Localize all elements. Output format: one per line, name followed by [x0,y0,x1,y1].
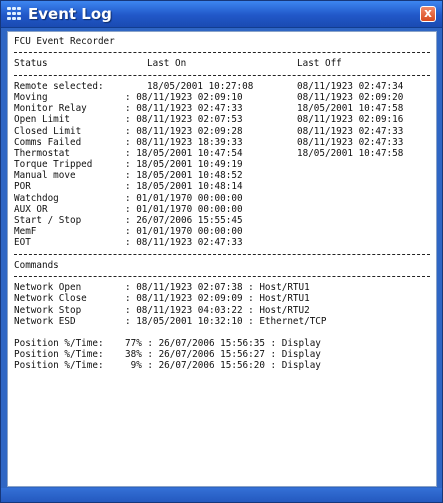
command-detail: : 08/11/1923 04:03:22 : Host/RTU2 [125,304,310,316]
status-row: Manual move : 18/05/2001 10:48:52 [14,170,430,181]
command-name: Network Open [14,282,82,294]
status-row: Watchdog : 01/01/1970 00:00:00 [14,193,430,204]
status-name: Watchdog [14,192,59,204]
divider [14,271,430,282]
status-row: Comms Failed : 08/11/1923 18:39:33 08/11/1… [14,137,430,148]
status-name: EOT [14,237,31,249]
last-on-value: : 01/01/1970 00:00:00 [125,192,243,204]
position-label: Position %/Time: [14,338,104,350]
command-row: Network Open : 08/11/1923 02:07:38 : Host… [14,282,430,293]
command-row: Network Stop : 08/11/1923 04:03:22 : Host… [14,305,430,316]
last-off-value: 08/11/1923 02:47:33 [297,136,404,148]
last-on-value: : 01/01/1970 00:00:00 [125,226,243,238]
position-row: Position %/Time: 77% : 26/07/2006 15:56:3… [14,338,430,349]
close-button[interactable]: x [420,6,436,22]
window-title: Event Log [28,5,112,23]
status-row: Thermostat : 18/05/2001 10:47:54 18/05/200… [14,148,430,159]
position-rows: Position %/Time: 77% : 26/07/2006 15:56:3… [14,338,430,372]
command-row: Network ESD : 18/05/2001 10:32:10 : Ether… [14,316,430,327]
status-name: Comms Failed [14,136,82,148]
command-detail: : 08/11/1923 02:09:09 : Host/RTU1 [125,293,310,305]
command-name: Network Close [14,293,87,305]
last-on-value: : 08/11/1923 18:39:33 [125,136,243,148]
status-row: Torque Tripped : 18/05/2001 10:49:19 [14,159,430,170]
command-row: Network Close : 08/11/1923 02:09:09 : Hos… [14,293,430,304]
status-row: POR : 18/05/2001 10:48:14 [14,181,430,192]
status-name: Monitor Relay [14,103,87,115]
last-off-value: 08/11/1923 02:47:34 [297,80,404,92]
status-name: Torque Tripped [14,159,93,171]
event-log-content: FCU Event Recorder Status Last On Last O… [7,31,437,487]
status-row: Open Limit : 08/11/1923 02:07:53 08/11/192… [14,114,430,125]
position-row: Position %/Time: 38% : 26/07/2006 15:56:2… [14,349,430,360]
status-name: Open Limit [14,114,70,126]
position-label: Position %/Time: [14,349,104,361]
event-log-window: Event Log x FCU Event Recorder Status La… [0,0,443,503]
status-name: POR [14,181,31,193]
command-name: Network ESD [14,315,76,327]
status-name: Moving [14,91,48,103]
position-detail: 38% : 26/07/2006 15:56:27 : Display [125,349,321,361]
status-name: Closed Limit [14,125,82,137]
status-row: EOT : 08/11/1923 02:47:33 [14,237,430,248]
status-header-row: Status Last On Last Off [14,58,430,69]
status-row: Moving : 08/11/1923 02:09:10 08/11/1923 02… [14,92,430,103]
last-off-column-header: Last Off [297,58,342,70]
status-name: Thermostat [14,147,70,159]
last-on-value: 18/05/2001 10:27:08 [147,80,254,92]
last-on-value: : 08/11/1923 02:47:33 [125,103,243,115]
divider [14,47,430,58]
last-on-value: : 08/11/1923 02:09:10 [125,91,243,103]
last-on-value: : 08/11/1923 02:47:33 [125,237,243,249]
commands-header: Commands [14,259,59,271]
status-row: Remote selected: 18/05/2001 10:27:08 08/11… [14,81,430,92]
last-off-value: 18/05/2001 10:47:58 [297,103,404,115]
last-on-value: : 08/11/1923 02:09:28 [125,125,243,137]
position-detail: 77% : 26/07/2006 15:56:35 : Display [125,338,321,350]
last-on-value: : 18/05/2001 10:48:52 [125,170,243,182]
last-on-column-header: Last On [147,58,187,70]
last-on-value: : 18/05/2001 10:47:54 [125,147,243,159]
command-detail: : 18/05/2001 10:32:10 : Ethernet/TCP [125,315,327,327]
last-off-value: 18/05/2001 10:47:58 [297,147,404,159]
last-off-value: 08/11/1923 02:09:16 [297,114,404,126]
status-rows: Remote selected: 18/05/2001 10:27:08 08/11… [14,81,430,249]
command-rows: Network Open : 08/11/1923 02:07:38 : Host… [14,282,430,327]
window-status-bar [1,488,442,502]
title-bar[interactable]: Event Log x [1,1,442,28]
last-off-value: 08/11/1923 02:47:33 [297,125,404,137]
status-name: MemF [14,226,37,238]
last-on-value: : 18/05/2001 10:49:19 [125,159,243,171]
divider [14,249,430,260]
position-label: Position %/Time: [14,360,104,372]
last-on-value: : 18/05/2001 10:48:14 [125,181,243,193]
command-name: Network Stop [14,304,82,316]
position-row: Position %/Time: 9% : 26/07/2006 15:56:2… [14,360,430,371]
status-row: MemF : 01/01/1970 00:00:00 [14,226,430,237]
last-off-value: 08/11/1923 02:09:20 [297,91,404,103]
divider [14,70,430,81]
status-name: AUX OR [14,203,48,215]
status-column-header: Status [14,58,48,70]
status-name: Start / Stop [14,215,82,226]
status-name: Remote selected: [14,80,104,92]
last-on-value: : 08/11/1923 02:07:53 [125,114,243,126]
app-grid-icon [7,7,23,21]
last-on-value: : 26/07/2006 15:55:45 [125,215,243,226]
status-row: Start / Stop : 26/07/2006 15:55:45 [14,215,430,226]
last-on-value: : 01/01/1970 00:00:00 [125,203,243,215]
recorder-title: FCU Event Recorder [14,36,115,47]
command-detail: : 08/11/1923 02:07:38 : Host/RTU1 [125,282,310,294]
status-row: Monitor Relay : 08/11/1923 02:47:33 18/05/… [14,103,430,114]
status-row: AUX OR : 01/01/1970 00:00:00 [14,204,430,215]
status-name: Manual move [14,170,76,182]
position-detail: 9% : 26/07/2006 15:56:20 : Display [125,360,321,372]
status-row: Closed Limit : 08/11/1923 02:09:28 08/11/1… [14,126,430,137]
